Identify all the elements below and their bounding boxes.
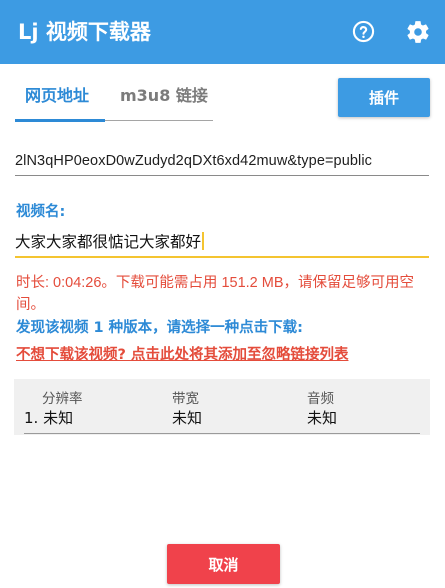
- cell-resolution: 1. 未知: [24, 409, 74, 427]
- tab-m3u8-link[interactable]: m3u8 链接: [120, 84, 208, 108]
- app-bar: Lj 视频下载器: [0, 0, 445, 64]
- versions-found-text: 发现该视频 1 种版本，请选择一种点击下载:: [16, 320, 303, 336]
- column-header-resolution: 分辨率: [42, 391, 83, 407]
- cell-bandwidth: 未知: [172, 409, 203, 427]
- video-name-label: 视频名:: [16, 204, 66, 220]
- plugin-button[interactable]: 插件: [338, 78, 430, 117]
- cell-audio: 未知: [307, 409, 338, 427]
- source-tabs: 网页地址 m3u8 链接: [0, 72, 330, 124]
- url-input[interactable]: 2lN3qHP0eoxD0wZudyd2qDXt6xd42muw&type=pu…: [15, 148, 429, 176]
- app-title: Lj 视频下载器: [18, 20, 151, 44]
- row-divider: [24, 433, 420, 434]
- ignore-link[interactable]: 不想下载该视频? 点击此处将其添加至忽略链接列表: [16, 344, 348, 366]
- gear-icon[interactable]: [405, 19, 431, 45]
- video-name-input[interactable]: 大家大家都很惦记大家都好: [15, 228, 429, 258]
- column-header-audio: 音频: [307, 391, 334, 407]
- tab-webpage-url[interactable]: 网页地址: [25, 84, 89, 108]
- duration-info: 时长: 0:04:26。下载可能需占用 151.2 MB，请保留足够可用空间。: [16, 275, 415, 313]
- help-circle-icon[interactable]: [352, 20, 375, 43]
- text-caret: [202, 232, 204, 250]
- tab-divider: [105, 120, 213, 121]
- cancel-button[interactable]: 取消: [167, 544, 280, 584]
- video-name-value: 大家大家都很惦记大家都好: [15, 233, 202, 251]
- column-header-bandwidth: 带宽: [172, 391, 199, 407]
- versions-table: 分辨率 带宽 音频 1. 未知 未知 未知: [14, 379, 430, 435]
- tab-indicator: [15, 119, 105, 122]
